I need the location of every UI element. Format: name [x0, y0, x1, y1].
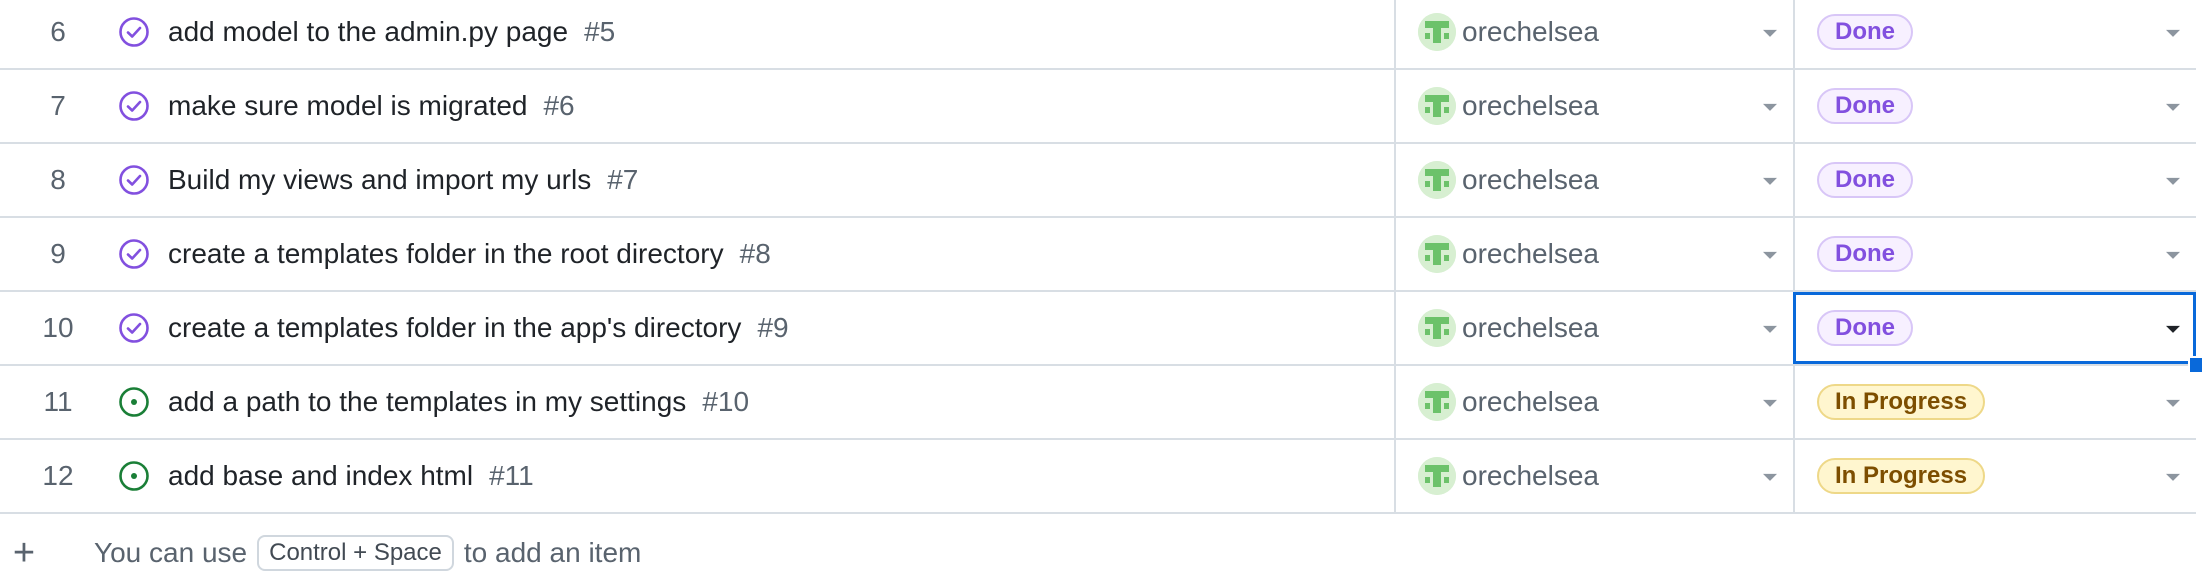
assignee-name: orechelsea — [1462, 90, 1599, 121]
plus-icon[interactable]: + — [0, 534, 48, 572]
issue-number[interactable]: #6 — [543, 90, 574, 122]
title-cell[interactable]: add model to the admin.py page #5 — [116, 0, 1394, 68]
table-row[interactable]: 12 add base and index html #11 orechelse… — [0, 440, 2196, 514]
title-cell[interactable]: add a path to the templates in my settin… — [116, 366, 1394, 438]
table-row[interactable]: 6 add model to the admin.py page #5 orec… — [0, 0, 2196, 70]
chevron-down-icon[interactable] — [1763, 473, 1777, 481]
title-cell[interactable]: add base and index html #11 — [116, 440, 1394, 512]
shortcut-kbd: Control + Space — [257, 535, 454, 571]
assignee-cell[interactable]: orechelsea — [1394, 292, 1793, 364]
issue-number[interactable]: #7 — [607, 164, 638, 196]
issue-number[interactable]: #11 — [489, 460, 534, 492]
row-number: 8 — [50, 164, 66, 195]
status-cell[interactable]: Done — [1793, 70, 2196, 142]
assignee-name: orechelsea — [1462, 460, 1599, 491]
hint-before: You can use — [94, 537, 248, 568]
status-badge: Done — [1817, 162, 1913, 198]
chevron-down-icon[interactable] — [1763, 103, 1777, 111]
issue-title[interactable]: create a templates folder in the app's d… — [168, 312, 741, 344]
status-cell[interactable]: Done — [1793, 0, 2196, 68]
title-cell[interactable]: Build my views and import my urls #7 — [116, 144, 1394, 216]
avatar — [1418, 457, 1456, 495]
issue-number[interactable]: #8 — [740, 238, 771, 270]
chevron-down-icon[interactable] — [1763, 399, 1777, 407]
status-badge: In Progress — [1817, 458, 1986, 494]
table-row[interactable]: 8 Build my views and import my urls #7 o… — [0, 144, 2196, 218]
status-badge: Done — [1817, 310, 1913, 346]
row-number: 10 — [42, 312, 74, 343]
issue-title[interactable]: add model to the admin.py page — [168, 16, 568, 48]
row-number: 6 — [50, 16, 66, 47]
row-number: 12 — [42, 460, 74, 491]
issue-closed-icon — [116, 310, 152, 346]
issue-title[interactable]: add a path to the templates in my settin… — [168, 386, 686, 418]
table-row[interactable]: 10 create a templates folder in the app'… — [0, 292, 2202, 374]
assignee-cell[interactable]: orechelsea — [1394, 0, 1793, 68]
issue-closed-icon — [116, 88, 152, 124]
assignee-cell[interactable]: orechelsea — [1394, 440, 1793, 512]
chevron-down-icon[interactable] — [2166, 29, 2180, 37]
chevron-down-icon[interactable] — [1763, 177, 1777, 185]
status-badge: Done — [1817, 88, 1913, 124]
issue-closed-icon — [116, 162, 152, 198]
status-cell[interactable]: In Progress — [1793, 366, 2196, 438]
row-number: 7 — [50, 90, 66, 121]
assignee-name: orechelsea — [1462, 386, 1599, 417]
hint-after: to add an item — [463, 537, 642, 568]
assignee-name: orechelsea — [1462, 16, 1599, 47]
title-cell[interactable]: create a templates folder in the app's d… — [116, 292, 1394, 364]
status-badge: In Progress — [1817, 384, 1986, 420]
chevron-down-icon[interactable] — [2166, 399, 2180, 407]
avatar — [1418, 13, 1456, 51]
assignee-cell[interactable]: orechelsea — [1394, 144, 1793, 216]
chevron-down-icon[interactable] — [2166, 177, 2180, 185]
chevron-down-icon[interactable] — [2166, 473, 2180, 481]
issue-title[interactable]: create a templates folder in the root di… — [168, 238, 724, 270]
assignee-name: orechelsea — [1462, 238, 1599, 269]
row-number: 11 — [43, 386, 73, 417]
issue-closed-icon — [116, 14, 152, 50]
avatar — [1418, 383, 1456, 421]
title-cell[interactable]: create a templates folder in the root di… — [116, 218, 1394, 290]
status-cell[interactable]: Done — [1793, 144, 2196, 216]
issue-open-icon — [116, 458, 152, 494]
issue-title[interactable]: make sure model is migrated — [168, 90, 527, 122]
status-badge: Done — [1817, 236, 1913, 272]
chevron-down-icon[interactable] — [2166, 325, 2180, 333]
issue-number[interactable]: #9 — [757, 312, 788, 344]
issue-title[interactable]: Build my views and import my urls — [168, 164, 591, 196]
table-row[interactable]: 11 add a path to the templates in my set… — [0, 366, 2196, 440]
table-row[interactable]: 9 create a templates folder in the root … — [0, 218, 2196, 292]
avatar — [1418, 309, 1456, 347]
avatar — [1418, 235, 1456, 273]
add-item-hint: You can use Control + Space to add an it… — [94, 535, 641, 571]
table-row[interactable]: 7 make sure model is migrated #6 orechel… — [0, 70, 2196, 144]
assignee-cell[interactable]: orechelsea — [1394, 218, 1793, 290]
assignee-cell[interactable]: orechelsea — [1394, 70, 1793, 142]
chevron-down-icon[interactable] — [1763, 29, 1777, 37]
status-cell[interactable]: Done — [1793, 292, 2202, 374]
issue-title[interactable]: add base and index html — [168, 460, 473, 492]
assignee-name: orechelsea — [1462, 312, 1599, 343]
add-item-footer[interactable]: + You can use Control + Space to add an … — [0, 518, 2202, 588]
issue-open-icon — [116, 384, 152, 420]
chevron-down-icon[interactable] — [2166, 103, 2180, 111]
row-number: 9 — [50, 238, 66, 269]
avatar — [1418, 161, 1456, 199]
issue-number[interactable]: #10 — [702, 386, 749, 418]
title-cell[interactable]: make sure model is migrated #6 — [116, 70, 1394, 142]
status-badge: Done — [1817, 14, 1913, 50]
chevron-down-icon[interactable] — [1763, 251, 1777, 259]
assignee-cell[interactable]: orechelsea — [1394, 366, 1793, 438]
chevron-down-icon[interactable] — [1763, 325, 1777, 333]
avatar — [1418, 87, 1456, 125]
status-cell[interactable]: In Progress — [1793, 440, 2196, 512]
issue-number[interactable]: #5 — [584, 16, 615, 48]
status-cell[interactable]: Done — [1793, 218, 2196, 290]
issue-closed-icon — [116, 236, 152, 272]
chevron-down-icon[interactable] — [2166, 251, 2180, 259]
assignee-name: orechelsea — [1462, 164, 1599, 195]
